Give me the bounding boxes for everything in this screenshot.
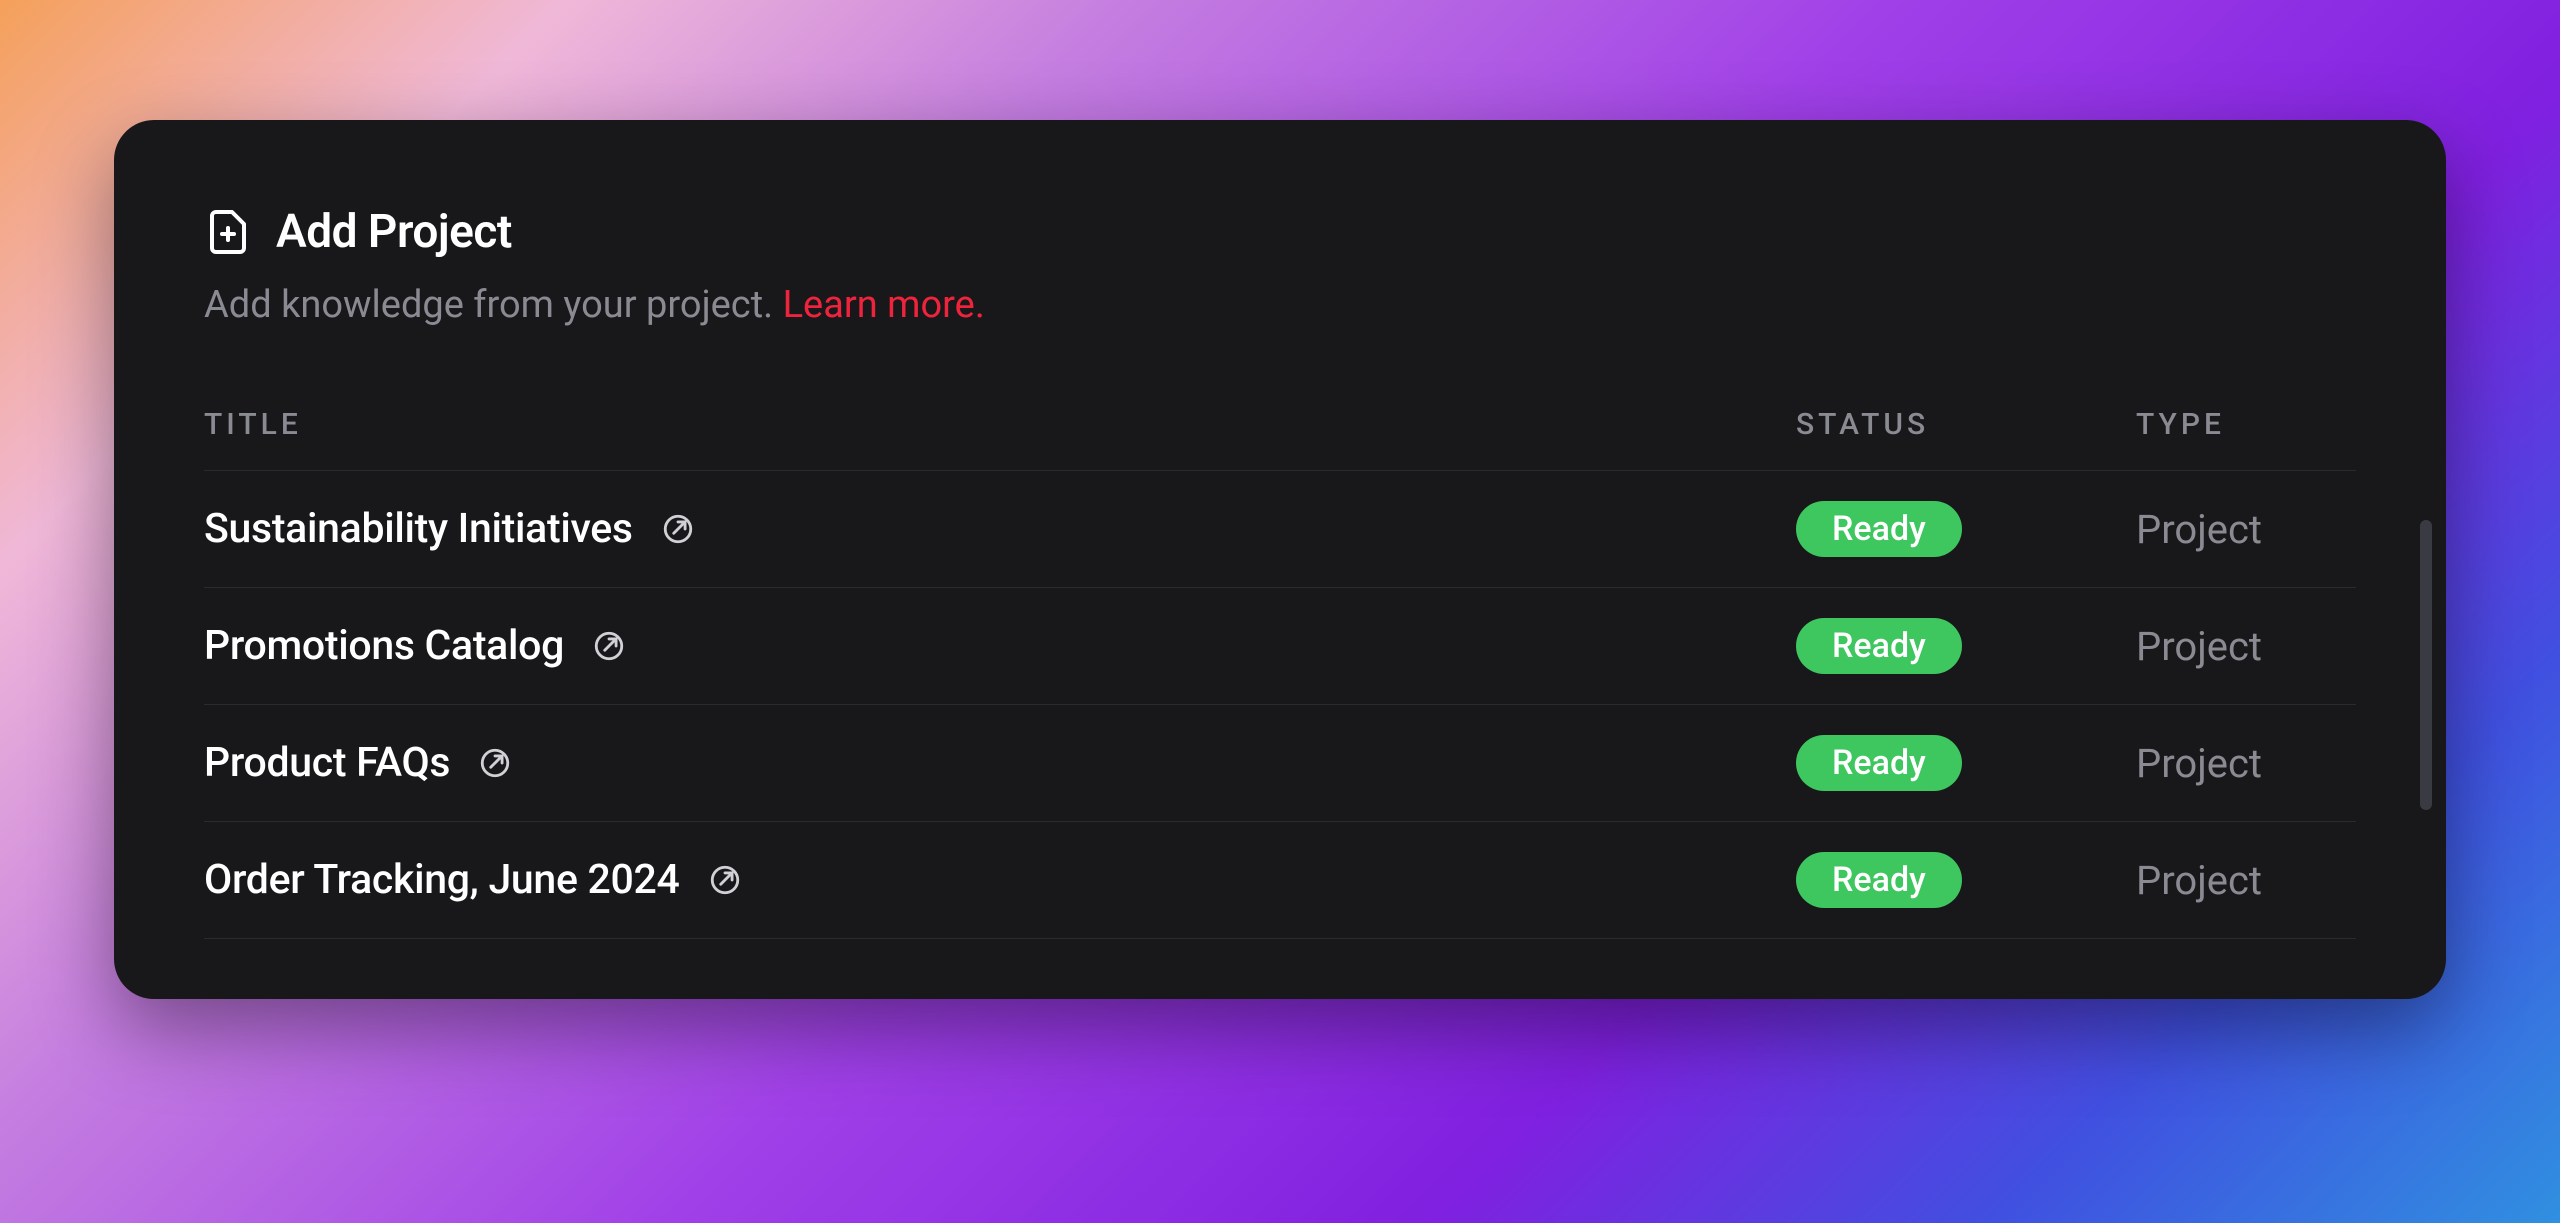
header-title-row: Add Project [204,205,2356,259]
project-title: Sustainability Initiatives [204,505,633,553]
column-header-type: TYPE [2136,407,2356,442]
external-link-icon[interactable] [708,863,742,897]
learn-more-link[interactable]: Learn more. [783,283,985,327]
project-type: Project [2136,857,2262,904]
table-row[interactable]: Sustainability Initiatives Ready Project [204,471,2356,588]
column-header-title: TITLE [204,407,1796,442]
project-type: Project [2136,506,2262,553]
project-type: Project [2136,740,2262,787]
project-title: Promotions Catalog [204,622,564,670]
table-header: TITLE STATUS TYPE [204,382,2356,471]
panel-subtitle: Add knowledge from your project. Learn m… [204,283,2356,327]
status-badge: Ready [1796,852,1962,908]
status-badge: Ready [1796,735,1962,791]
panel-title: Add Project [276,205,512,259]
project-title: Order Tracking, June 2024 [204,856,680,904]
scrollbar-thumb[interactable] [2420,520,2432,810]
subtitle-text: Add knowledge from your project. [204,283,783,327]
project-type: Project [2136,623,2262,670]
external-link-icon[interactable] [478,746,512,780]
panel-header: Add Project Add knowledge from your proj… [204,205,2356,327]
column-header-status: STATUS [1796,407,2136,442]
add-project-panel: Add Project Add knowledge from your proj… [114,120,2446,999]
projects-table: TITLE STATUS TYPE Sustainability Initiat… [204,382,2356,939]
project-title: Product FAQs [204,739,450,787]
table-row[interactable]: Product FAQs Ready Project [204,705,2356,822]
add-document-icon [204,208,252,256]
table-row[interactable]: Order Tracking, June 2024 Ready Project [204,822,2356,939]
status-badge: Ready [1796,501,1962,557]
external-link-icon[interactable] [592,629,626,663]
table-row[interactable]: Promotions Catalog Ready Project [204,588,2356,705]
external-link-icon[interactable] [661,512,695,546]
status-badge: Ready [1796,618,1962,674]
